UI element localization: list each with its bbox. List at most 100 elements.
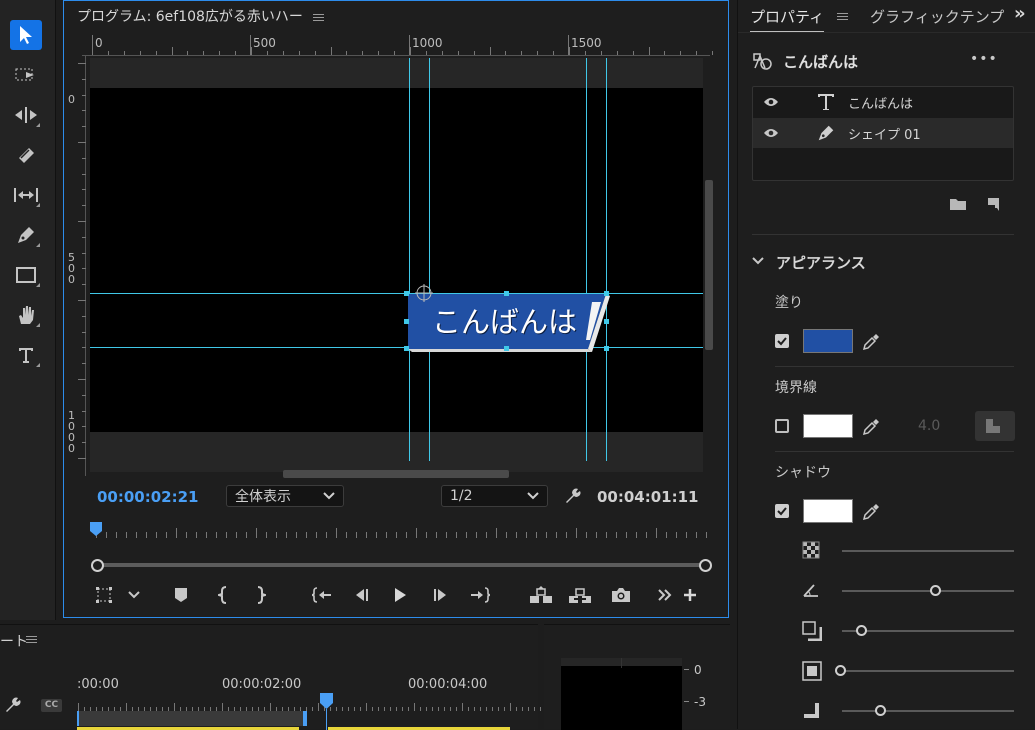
go-to-out-button[interactable] [468,583,492,607]
distance-slider[interactable] [842,630,1014,632]
selection-tool[interactable] [10,20,42,50]
eyedropper-icon[interactable] [862,503,880,521]
viewer-horizontal-scrollbar[interactable] [283,470,509,478]
selection-handle[interactable] [404,291,409,296]
stroke-width-value[interactable]: 4.0 [918,418,940,434]
panel-menu-icon[interactable] [837,11,848,22]
safe-margins-button[interactable] [92,583,116,607]
zoom-scrollbar[interactable] [97,563,706,567]
mini-time-ruler[interactable] [90,520,710,540]
guide-line[interactable] [90,347,703,348]
ruler-tick [402,707,403,711]
selection-handle[interactable] [404,319,409,324]
ruler-tick [446,532,447,538]
work-area-bar[interactable] [77,711,307,726]
stroke-style-button[interactable] [975,411,1015,441]
playhead-marker[interactable] [320,693,333,709]
shadow-color-swatch[interactable] [803,499,853,523]
eye-icon[interactable] [763,128,779,138]
object-more-menu-button[interactable]: ••• [970,51,998,67]
layer-row[interactable]: シェイプ 01 [753,118,1013,148]
captions-icon[interactable]: CC [41,699,62,712]
selection-handle[interactable] [604,319,609,324]
add-marker-button[interactable] [169,583,193,607]
selection-handle[interactable] [604,346,609,351]
wrench-icon[interactable] [3,696,23,714]
go-to-in-button[interactable] [310,583,334,607]
zoom-level-dropdown[interactable]: 全体表示 [226,485,344,507]
step-back-button[interactable] [350,583,374,607]
chevron-down-icon[interactable] [752,256,764,266]
panel-menu-icon[interactable] [313,12,325,23]
ruler-tick [696,51,698,55]
angle-slider-knob[interactable] [930,585,941,596]
ripple-edit-tool[interactable] [10,100,42,130]
stroke-color-swatch[interactable] [803,414,853,438]
razor-tool[interactable] [10,140,42,170]
blur-slider[interactable] [842,710,1014,712]
zoom-scrollbar-start-handle[interactable] [91,559,104,572]
fill-checkbox[interactable] [775,334,789,348]
more-panels-button[interactable]: » [1014,3,1026,24]
hand-tool[interactable] [10,300,42,330]
eyedropper-icon[interactable] [862,333,880,351]
selection-handle[interactable] [504,346,509,351]
new-layer-icon[interactable] [985,197,1001,213]
ruler-tick [348,707,349,711]
selection-handle[interactable] [504,291,509,296]
timeline-ruler[interactable] [0,697,613,711]
zoom-scrollbar-end-handle[interactable] [699,559,712,572]
anchor-point-icon[interactable] [415,284,433,302]
size-slider-knob[interactable] [835,665,846,676]
fill-color-swatch[interactable] [803,329,853,353]
eyedropper-icon[interactable] [862,418,880,436]
mark-in-button[interactable] [212,583,236,607]
ripple-edit-icon [15,107,37,123]
appearance-section-title[interactable]: アピアランス [776,252,866,273]
distance-slider-knob[interactable] [856,625,867,636]
type-tool[interactable] [10,340,42,370]
guide-line[interactable] [606,58,607,461]
eye-icon[interactable] [763,97,779,107]
video-canvas[interactable] [90,88,703,432]
panel-menu-icon[interactable] [26,634,37,645]
folder-icon[interactable] [949,197,967,211]
guide-line[interactable] [586,58,587,461]
resolution-dropdown[interactable]: 1/2 [441,485,548,507]
guide-line[interactable] [90,293,703,294]
settings-wrench-button[interactable] [561,484,585,508]
guide-line[interactable] [429,58,430,461]
play-button[interactable] [388,583,412,607]
export-frame-button[interactable] [609,583,633,607]
timeline-panel-title[interactable]: ート [0,631,28,651]
viewer-vertical-scrollbar[interactable] [705,180,713,350]
stroke-checkbox[interactable] [775,419,789,433]
layer-row[interactable]: こんばんは [753,87,1013,117]
play-icon [395,588,406,602]
mark-out-button[interactable] [248,583,272,607]
size-slider[interactable] [842,670,1014,672]
tab-properties[interactable]: プロパティ [750,6,825,33]
slip-tool[interactable] [10,180,42,210]
playhead-marker[interactable] [90,522,102,536]
extract-button[interactable] [568,583,592,607]
selection-handle[interactable] [604,291,609,296]
guide-line[interactable] [409,58,410,461]
rectangle-tool[interactable] [10,260,42,290]
lift-button[interactable] [529,583,553,607]
overlay-options-button[interactable] [122,583,146,607]
step-forward-button[interactable] [428,583,452,607]
more-controls-button[interactable] [653,583,677,607]
tab-graphic-templates[interactable]: グラフィックテンプ [870,6,1005,27]
blur-slider-knob[interactable] [875,705,886,716]
playhead-timecode[interactable]: 00:00:02:21 [97,488,199,506]
opacity-slider[interactable] [842,550,1014,552]
pen-tool[interactable] [10,220,42,250]
selection-handle[interactable] [404,346,409,351]
track-select-tool[interactable] [10,60,42,90]
angle-slider[interactable] [842,590,1014,592]
graphic-text[interactable]: こんばんは [432,299,577,341]
button-editor-button[interactable] [678,583,702,607]
shadow-checkbox[interactable] [775,504,789,518]
title-graphic[interactable]: こんばんは [404,291,610,352]
